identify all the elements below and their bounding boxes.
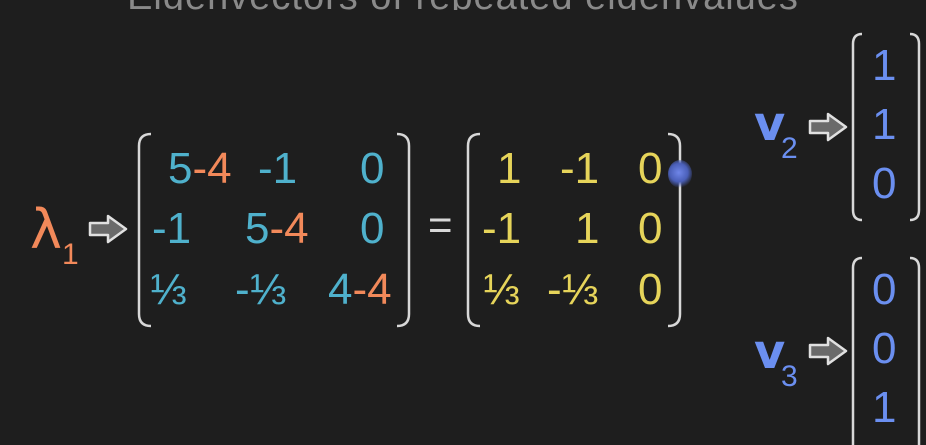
right-matrix-cell: 0 (638, 144, 663, 193)
lambda-subscript: 1 (62, 238, 79, 271)
v2-entry: 1 (872, 41, 897, 90)
v3-entry: 1 (872, 383, 897, 432)
right-matrix-cell: -1 (482, 204, 522, 253)
v2-entry: 0 (872, 159, 897, 208)
v2-subscript: 2 (781, 132, 798, 165)
cursor-icon (668, 160, 692, 188)
arrow-right-icon (88, 214, 128, 244)
left-matrix-cell: ⅓ (150, 265, 187, 314)
v3-subscript: 3 (781, 360, 798, 393)
v2-open-bracket (851, 32, 863, 222)
left-matrix-cell: -⅓ (235, 265, 287, 314)
right-matrix-cell: ⅓ (483, 265, 520, 314)
v2-close-bracket (909, 32, 921, 222)
left-matrix-cell: 5-4 (168, 144, 232, 193)
left-matrix-cell: 0 (360, 144, 385, 193)
left-matrix-cell: 5-4 (245, 204, 309, 253)
arrow-right-icon (808, 336, 848, 366)
v3-entry: 0 (872, 324, 897, 373)
left-matrix-cell: -1 (152, 204, 192, 253)
v2-entry: 1 (872, 100, 897, 149)
left-matrix-cell: 0 (360, 204, 385, 253)
left-matrix-cell: 4-4 (328, 265, 392, 314)
right-matrix-cell: 1 (497, 144, 522, 193)
right-matrix-cell: -1 (560, 144, 600, 193)
v3-close-bracket (909, 256, 921, 445)
page-title: Eigenvectors of repeated eigenvalues (0, 0, 926, 10)
lambda-symbol: λ (30, 198, 62, 261)
v3-entry: 0 (872, 265, 897, 314)
right-matrix-cell: 0 (638, 204, 663, 253)
left-matrix-close-bracket (396, 132, 411, 328)
arrow-right-icon (808, 112, 848, 142)
left-matrix-cell: -1 (258, 144, 298, 193)
right-matrix-cell: 0 (638, 265, 663, 314)
equals-sign: = (428, 201, 453, 248)
right-matrix-cell: 1 (575, 204, 600, 253)
v3-open-bracket (851, 256, 863, 445)
right-matrix-open-bracket (466, 132, 481, 328)
right-matrix-cell: -⅓ (547, 265, 599, 314)
